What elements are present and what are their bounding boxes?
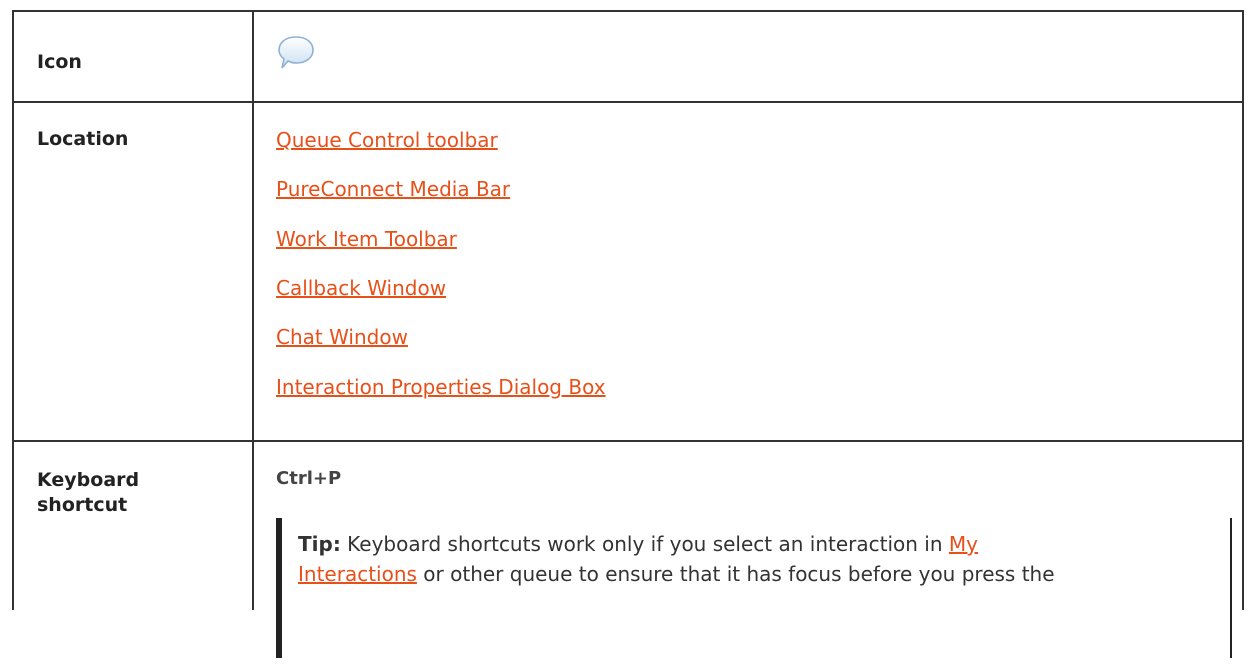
icon-row: Icon (14, 12, 1242, 103)
link-pureconnect-media-bar[interactable]: PureConnect Media Bar (276, 176, 510, 202)
properties-table: Icon Location Queue Control toolbar Pure… (12, 10, 1244, 658)
icon-row-label: Icon (37, 51, 82, 73)
keyboard-label-line1: Keyboard (37, 469, 140, 491)
tip-text-before: Keyboard shortcuts work only if you sele… (340, 532, 949, 556)
link-my-interactions-part2[interactable]: Interactions (298, 562, 417, 586)
keyboard-shortcut-row: Keyboard shortcut Ctrl+P Tip: Keyboard s… (14, 442, 1242, 658)
tip-prefix: Tip: (298, 532, 341, 556)
link-callback-window[interactable]: Callback Window (276, 275, 446, 301)
chat-bubble-icon (276, 36, 316, 76)
keyboard-label-line2: shortcut (37, 494, 128, 516)
keyboard-shortcut-label: Keyboard shortcut (37, 468, 139, 518)
location-row-label: Location (37, 128, 129, 150)
tip-note: Tip: Keyboard shortcuts work only if you… (276, 518, 1232, 658)
link-chat-window[interactable]: Chat Window (276, 324, 408, 350)
link-my-interactions-part1[interactable]: My (949, 532, 978, 556)
shortcut-value: Ctrl+P (276, 468, 342, 489)
location-row: Location Queue Control toolbar PureConne… (14, 103, 1242, 442)
tip-text-after: or other queue to ensure that it has foc… (416, 562, 1055, 586)
link-work-item-toolbar[interactable]: Work Item Toolbar (276, 226, 457, 252)
link-interaction-properties-dialog-box[interactable]: Interaction Properties Dialog Box (276, 374, 606, 400)
link-queue-control-toolbar[interactable]: Queue Control toolbar (276, 127, 498, 153)
